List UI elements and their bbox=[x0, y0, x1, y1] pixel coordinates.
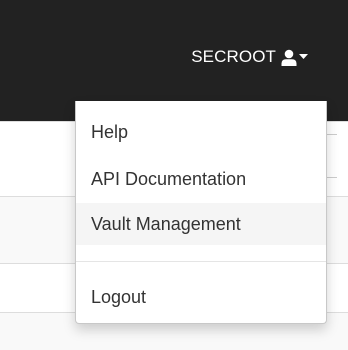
user-icon bbox=[281, 49, 297, 66]
menu-item-label: Help bbox=[91, 121, 129, 142]
menu-item-api-documentation[interactable]: API Documentation bbox=[76, 158, 326, 200]
menu-item-logout[interactable]: Logout bbox=[76, 276, 326, 318]
menu-divider bbox=[76, 261, 326, 262]
menu-item-label: API Documentation bbox=[91, 168, 247, 189]
menu-item-help[interactable]: Help bbox=[76, 111, 326, 153]
menu-item-label: Logout bbox=[91, 286, 147, 307]
username-label: SECROOT bbox=[191, 47, 276, 66]
menu-item-vault-management[interactable]: Vault Management bbox=[76, 203, 326, 245]
menu-item-label: Vault Management bbox=[91, 213, 241, 234]
user-menu-toggle[interactable]: SECROOT bbox=[191, 44, 308, 70]
user-dropdown-menu: Help API Documentation Vault Management … bbox=[75, 101, 327, 324]
caret-down-icon bbox=[299, 54, 308, 60]
